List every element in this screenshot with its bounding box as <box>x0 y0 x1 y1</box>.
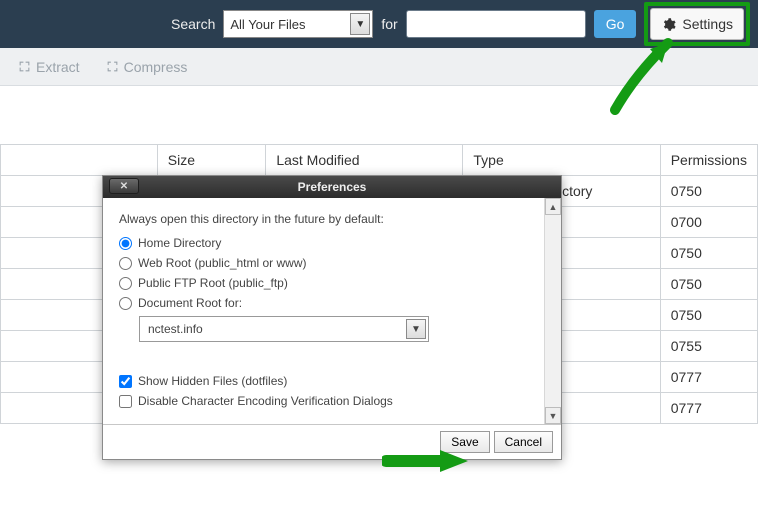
default-dir-label: Always open this directory in the future… <box>119 212 528 226</box>
document-root-value: nctest.info <box>148 322 203 336</box>
extract-button[interactable]: Extract <box>18 59 80 75</box>
scroll-down-icon[interactable]: ▼ <box>545 407 561 424</box>
col-type[interactable]: Type <box>463 145 660 176</box>
gear-icon <box>661 17 676 32</box>
chevron-down-icon: ▼ <box>406 319 426 339</box>
dialog-titlebar[interactable]: ✕ Preferences <box>103 176 561 198</box>
col-last-modified[interactable]: Last Modified <box>266 145 463 176</box>
radio-web-root[interactable] <box>119 257 132 270</box>
close-button[interactable]: ✕ <box>109 178 139 194</box>
table-header-row: Size Last Modified Type Permissions <box>1 145 758 176</box>
topbar: Search All Your Files ▼ for Go Settings <box>0 0 758 48</box>
settings-button[interactable]: Settings <box>650 8 744 40</box>
radio-ftp-root[interactable] <box>119 277 132 290</box>
radio-docroot-label: Document Root for: <box>138 296 242 310</box>
radio-document-root[interactable] <box>119 297 132 310</box>
document-root-select[interactable]: nctest.info ▼ <box>139 316 429 342</box>
search-label: Search <box>171 16 215 32</box>
radio-ftproot-label: Public FTP Root (public_ftp) <box>138 276 288 290</box>
for-label: for <box>381 16 397 32</box>
checkbox-show-hidden[interactable] <box>119 375 132 388</box>
compress-button[interactable]: Compress <box>106 59 188 75</box>
chevron-down-icon: ▼ <box>350 13 370 35</box>
show-hidden-label: Show Hidden Files (dotfiles) <box>138 374 287 388</box>
cancel-button[interactable]: Cancel <box>494 431 553 453</box>
compress-label: Compress <box>124 59 188 75</box>
col-permissions[interactable]: Permissions <box>660 145 757 176</box>
close-icon: ✕ <box>120 181 128 192</box>
save-button[interactable]: Save <box>440 431 489 453</box>
toolbar-secondary: Extract Compress <box>0 48 758 86</box>
radio-webroot-label: Web Root (public_html or www) <box>138 256 307 270</box>
disable-encoding-label: Disable Character Encoding Verification … <box>138 394 393 408</box>
dialog-footer: Save Cancel <box>103 424 561 459</box>
go-button[interactable]: Go <box>594 10 637 38</box>
dialog-title: Preferences <box>298 180 367 194</box>
col-name[interactable] <box>1 145 158 176</box>
preferences-dialog: ✕ Preferences Always open this directory… <box>102 175 562 460</box>
settings-label: Settings <box>682 16 733 32</box>
expand-icon <box>18 60 31 73</box>
col-size[interactable]: Size <box>157 145 266 176</box>
extract-label: Extract <box>36 59 80 75</box>
dialog-scrollbar[interactable]: ▲ ▼ <box>544 198 561 424</box>
settings-highlight: Settings <box>644 2 750 46</box>
compress-icon <box>106 60 119 73</box>
scroll-up-icon[interactable]: ▲ <box>545 198 561 215</box>
radio-home-directory[interactable] <box>119 237 132 250</box>
checkbox-disable-encoding-dialogs[interactable] <box>119 395 132 408</box>
search-scope-value: All Your Files <box>230 17 305 32</box>
radio-home-label: Home Directory <box>138 236 221 250</box>
search-input[interactable] <box>406 10 586 38</box>
search-scope-select[interactable]: All Your Files ▼ <box>223 10 373 38</box>
